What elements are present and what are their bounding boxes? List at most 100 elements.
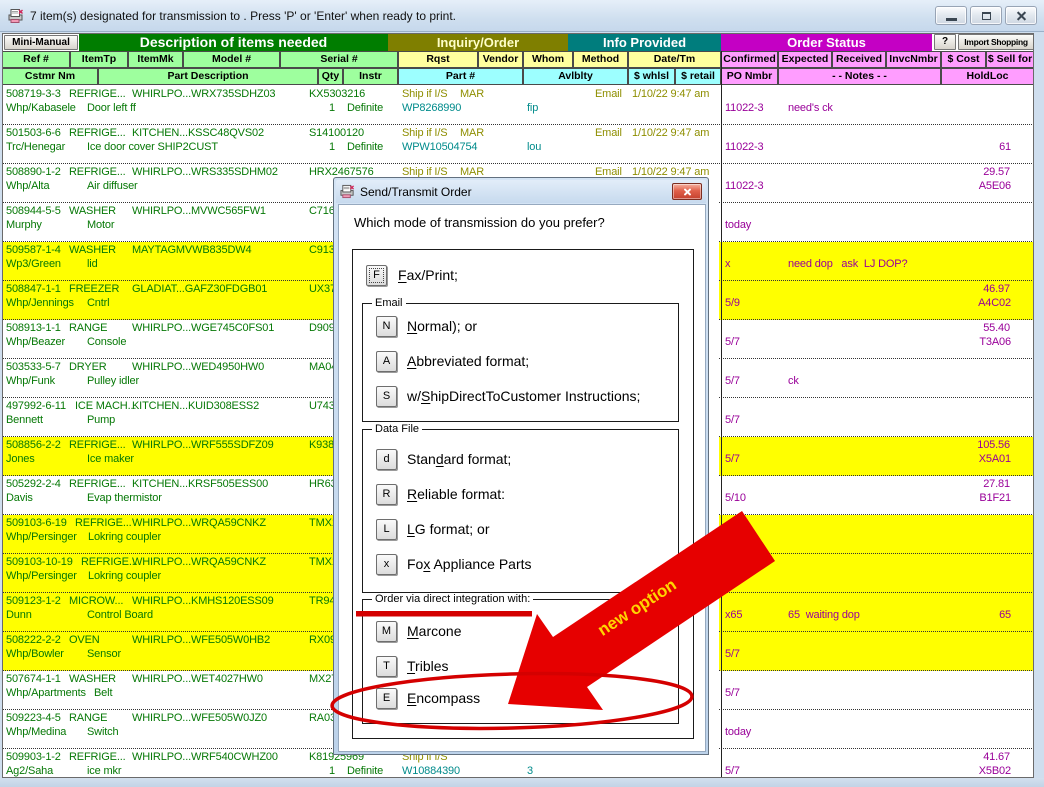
cell-text: 11022-3	[725, 102, 764, 114]
option-label: Marcone	[407, 623, 461, 639]
dialog-close-button[interactable]	[672, 183, 702, 200]
dialog-question: Which mode of transmission do you prefer…	[354, 215, 605, 230]
send-transmit-order-dialog: Send/Transmit Order Which mode of transm…	[333, 177, 709, 755]
cell-text: x	[725, 258, 730, 270]
printer-document-icon	[340, 184, 355, 199]
option-label: Standard format;	[407, 451, 511, 467]
key-button-x[interactable]: x	[376, 554, 397, 575]
window-border-left	[0, 33, 2, 778]
table-row[interactable]: 501503-6-6REFRIGE...KITCHEN...KSSC48QVS0…	[2, 125, 1034, 164]
help-button[interactable]: ?	[934, 34, 956, 50]
column-header: $ whlsl	[628, 68, 675, 85]
dialog-titlebar: Send/Transmit Order	[336, 180, 706, 203]
column-header: ItemTp	[70, 51, 128, 68]
cell-text: Email	[595, 88, 622, 100]
cell-text: Whp/Apartments	[6, 687, 86, 699]
cell-text: GLADIAT...GAFZ30FDGB01	[132, 283, 267, 295]
cell-text: Lokring coupler	[88, 531, 161, 543]
import-shopping-cart-button[interactable]: Import Shopping Cart	[958, 34, 1034, 50]
column-header: Vendor	[478, 51, 523, 68]
cell-text: ICE MACH...	[75, 400, 136, 412]
cell-text: 508913-1-1	[6, 322, 61, 334]
cell-text: need's ck	[788, 102, 833, 114]
cell-text: Belt	[94, 687, 112, 699]
column-header: $ retail	[675, 68, 721, 85]
column-header: Model #	[183, 51, 280, 68]
column-header: Whom	[523, 51, 573, 68]
dialog-body: Which mode of transmission do you prefer…	[338, 204, 706, 752]
cell-text: WHIRLPO...WRX735SDHZ03	[132, 88, 275, 100]
cell-text: WHIRLPO...KMHS120ESS09	[132, 595, 274, 607]
cell-text: 508847-1-1	[6, 283, 61, 295]
mini-manual-button[interactable]: Mini-Manual	[4, 35, 78, 50]
key-button-L[interactable]: L	[376, 519, 397, 540]
cell-text: Definite	[347, 765, 383, 777]
cell-text: RANGE	[69, 322, 107, 334]
key-button-R[interactable]: R	[376, 484, 397, 505]
option-label: Encompass	[407, 690, 480, 706]
cell-text: 41.67	[912, 751, 1010, 763]
cell-text: fip	[527, 102, 538, 114]
cell-text: REFRIGE...	[81, 556, 138, 568]
window-controls	[935, 6, 1037, 25]
cell-text: Ship if I/S	[402, 88, 447, 100]
cell-text: Pump	[87, 414, 115, 426]
cell-text: 508856-2-2	[6, 439, 61, 451]
key-button-T[interactable]: T	[376, 656, 397, 677]
cell-text: MAR	[460, 127, 484, 139]
key-button-S[interactable]: S	[376, 386, 397, 407]
key-button-d[interactable]: d	[376, 449, 397, 470]
column-header: - - Notes - -	[778, 68, 941, 85]
cell-text: Whp/Bowler	[6, 648, 64, 660]
cell-text: Jones	[6, 453, 35, 465]
cell-text: 509903-1-2	[6, 751, 61, 763]
option-label: Normal); or	[407, 318, 477, 334]
option-label: Tribles	[407, 658, 449, 674]
option-label: Reliable format:	[407, 486, 505, 502]
cell-text: Lokring coupler	[88, 570, 161, 582]
cell-text: WPW10504754	[402, 141, 477, 153]
key-button-A[interactable]: A	[376, 351, 397, 372]
restore-button[interactable]	[970, 6, 1002, 25]
cell-text: 507674-1-1	[6, 673, 61, 685]
cell-text: Wp3/Green	[6, 258, 61, 270]
cell-text: Email	[595, 127, 622, 139]
key-button-F[interactable]: F	[366, 265, 387, 286]
cell-text: 55.40	[912, 322, 1010, 334]
cell-text: Definite	[347, 102, 383, 114]
cell-text: ck	[788, 375, 799, 387]
key-button-N[interactable]: N	[376, 316, 397, 337]
close-button[interactable]	[1005, 6, 1037, 25]
option-label: w/ShipDirectToCustomer Instructions;	[407, 388, 640, 404]
cell-text: WHIRLPO...WFE505W0JZ0	[132, 712, 267, 724]
key-button-M[interactable]: M	[376, 621, 397, 642]
cell-text: Door left ff	[87, 102, 136, 114]
cell-text: today	[725, 726, 751, 738]
cell-text: Whp/Jennings	[6, 297, 74, 309]
key-button-E[interactable]: E	[376, 688, 397, 709]
printer-document-icon	[8, 8, 24, 24]
column-header: Part #	[398, 68, 523, 85]
column-header: Method	[573, 51, 628, 68]
cell-text: REFRIGE...	[69, 439, 126, 451]
group-box-label: Data File	[372, 423, 422, 435]
cell-text: 1/10/22 9:47 am	[632, 127, 709, 139]
table-row[interactable]: 508719-3-3REFRIGE...WHIRLPO...WRX735SDHZ…	[2, 86, 1034, 125]
cell-text: 65	[912, 609, 1011, 621]
column-header: Received	[832, 51, 886, 68]
cell-text: WHIRLPO...WRF555SDFZ09	[132, 439, 274, 451]
window-border-right	[1034, 33, 1044, 778]
cell-text: 11022-3	[725, 141, 764, 153]
cell-text: Ice maker	[87, 453, 134, 465]
cell-text: 503533-5-7	[6, 361, 61, 373]
cell-text: 5/7	[725, 336, 740, 348]
column-header: Confirmed	[721, 51, 778, 68]
cell-text: Pulley idler	[87, 375, 139, 387]
cell-text: S14100120	[309, 127, 364, 139]
column-header: Date/Tm	[628, 51, 721, 68]
minimize-button[interactable]	[935, 6, 967, 25]
cell-text: 105.56	[912, 439, 1010, 451]
column-header: Part Description	[98, 68, 318, 85]
cell-text: Switch	[87, 726, 119, 738]
cell-text: A5E06	[912, 180, 1011, 192]
